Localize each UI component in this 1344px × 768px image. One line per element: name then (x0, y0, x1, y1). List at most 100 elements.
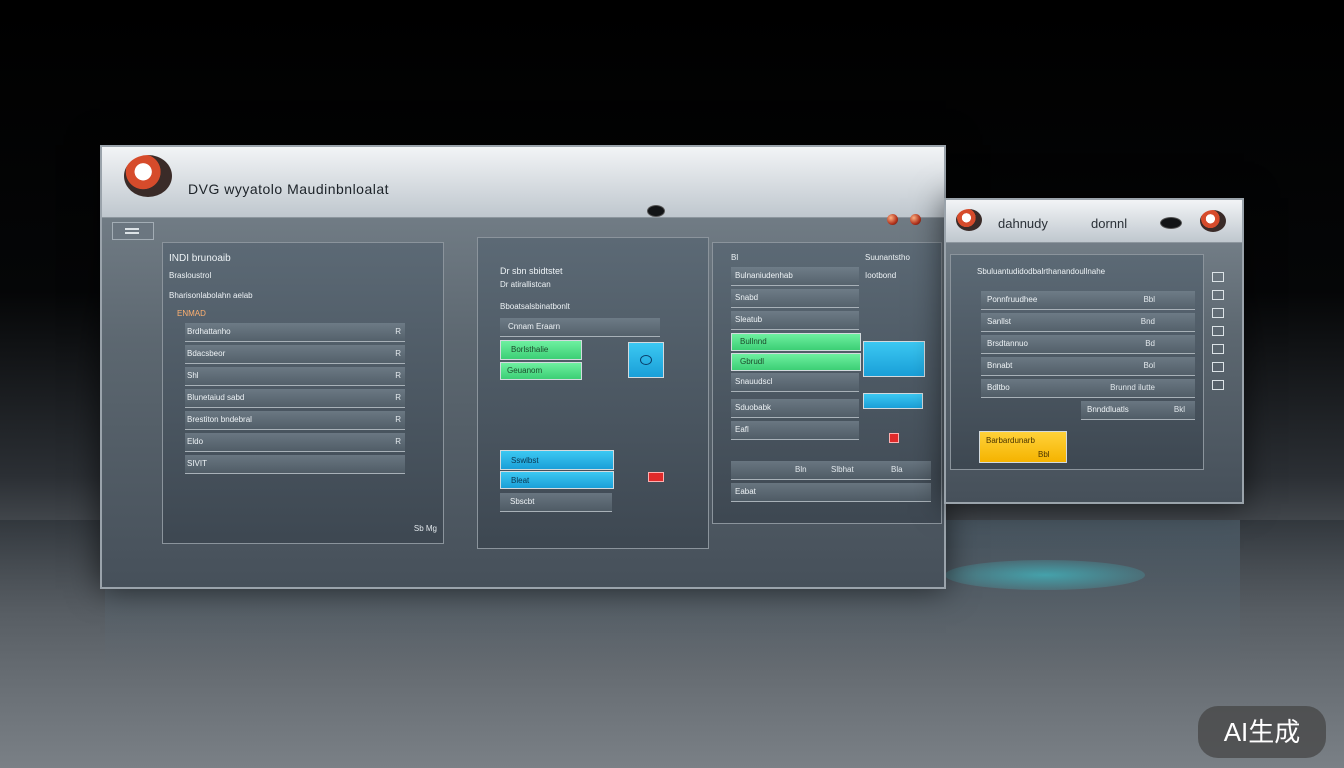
row-label: Snauudscl (735, 377, 773, 386)
row-value: Bnd (1140, 317, 1155, 326)
main-titlebar: DVG wyyatolo Maudinbnloalat (102, 147, 944, 225)
ai-generated-badge: AI生成 (1198, 706, 1326, 758)
green-row-2[interactable]: Geuanom (500, 362, 582, 380)
grid-icon[interactable] (1212, 362, 1224, 372)
action-tile-button[interactable] (628, 342, 664, 378)
green-row[interactable]: Bullnnd (731, 333, 861, 351)
row-label: Bdltbo (987, 383, 1010, 392)
footer-value: Bla (891, 465, 903, 474)
preview-tile-button[interactable] (863, 341, 925, 377)
avatar-icon[interactable] (1200, 210, 1226, 232)
camera-dot-icon (1160, 217, 1182, 229)
row-label: Blunetaiud sabd (187, 393, 245, 402)
row-label: Bdacsbeor (187, 349, 226, 358)
panel1-sub2: Bharisonlabolahn aelab (169, 291, 253, 300)
panel-detail: Bl Suunantstho Iootbond Bulnaniudenhab S… (712, 242, 942, 524)
tab-bar[interactable]: Cnnam Eraarn (500, 318, 660, 337)
row-label: Eafl (735, 425, 749, 434)
footer-value: Slbhat (831, 465, 854, 474)
list-item[interactable]: Bnnabt Bol (981, 357, 1195, 376)
list-item[interactable]: Eafl (731, 421, 859, 440)
row-label: Brdhattanho (187, 327, 231, 336)
list-item[interactable]: Sanllst Bnd (981, 313, 1195, 332)
row-value: Bbl (1143, 295, 1155, 304)
panel3-header: Bl (731, 253, 739, 262)
list-item[interactable]: Ponnfruudhee Bbl (981, 291, 1195, 310)
row-value: Bd (1145, 339, 1155, 348)
app-logo-icon (124, 155, 172, 197)
list-item[interactable]: Sduobabk (731, 399, 859, 418)
panel1-footer: Sb Mg (413, 524, 437, 533)
row-value: Bkl (1173, 405, 1185, 414)
green-row[interactable]: Gbrudl (731, 353, 861, 371)
list-item[interactable]: Eldo R (185, 433, 405, 452)
row-label: Bnnabt (987, 361, 1013, 370)
side-label-1: dahnudy (998, 216, 1048, 231)
grid-icon[interactable] (1212, 380, 1224, 390)
list-item[interactable]: Brdhattanho R (185, 323, 405, 342)
grid-icon[interactable] (1212, 326, 1224, 336)
green-row-label: Bullnnd (740, 337, 767, 346)
list-item[interactable]: Snauudscl (731, 373, 859, 392)
grid-icon[interactable] (1212, 344, 1224, 354)
list-item[interactable]: Brsdtannuo Bd (981, 335, 1195, 354)
close-button[interactable] (910, 214, 921, 225)
row-value: Brunnd ilutte (1110, 383, 1155, 392)
side-label-2: dornnl (1091, 216, 1128, 231)
row-label: Ponnfruudhee (987, 295, 1038, 304)
panel3-side-sub: Iootbond (865, 271, 897, 280)
list-item[interactable]: Blunetaiud sabd R (185, 389, 405, 408)
camera-dot-icon (647, 205, 665, 217)
panel1-section: ENMAD (177, 309, 206, 318)
panel1-header: INDI brunoaib (169, 253, 231, 264)
card-value: Bbl (1038, 450, 1050, 459)
menu-button[interactable] (112, 222, 154, 240)
row-label: Sanllst (987, 317, 1012, 326)
row-label: Sbscbt (510, 497, 535, 506)
list-item[interactable]: Bnnddluatls Bkl (1081, 401, 1195, 420)
row-label: Eldo (187, 437, 204, 446)
side-header: Sbuluantudidodbalrthanandoullnahe (977, 267, 1106, 276)
progress-button[interactable] (863, 393, 923, 409)
row-label: Bulnaniudenhab (735, 271, 793, 280)
blue-row-1[interactable]: Sswlbst (500, 450, 614, 470)
green-row-label: Geuanom (507, 366, 543, 375)
list-item[interactable]: Bdacsbeor R (185, 345, 405, 364)
list-item[interactable]: SIVIT (185, 455, 405, 474)
blue-row-label: Bleat (511, 476, 530, 485)
alert-indicator (648, 472, 664, 482)
list-item[interactable]: Sleatub (731, 311, 859, 330)
grid-icon[interactable] (1212, 290, 1224, 300)
list-item[interactable]: Bulnaniudenhab (731, 267, 859, 286)
minimize-button[interactable] (887, 214, 898, 225)
green-row-label: Borlsthalie (511, 345, 549, 354)
row-value: R (395, 349, 401, 358)
row-value: R (395, 415, 401, 424)
grid-icon[interactable] (1212, 308, 1224, 318)
list-item[interactable]: Snabd (731, 289, 859, 308)
list-item[interactable]: Shl R (185, 367, 405, 386)
green-row-label: Gbrudl (740, 357, 765, 366)
blue-row-label: Sswlbst (511, 456, 539, 465)
row-label: Snabd (735, 293, 759, 302)
reflection-glow (945, 560, 1145, 590)
main-window: DVG wyyatolo Maudinbnloalat INDI brunoai… (100, 145, 946, 589)
panel3-side-header: Suunantstho (865, 253, 910, 262)
blue-row-2[interactable]: Bleat (500, 471, 614, 489)
list-item[interactable]: Bdltbo Brunnd ilutte (981, 379, 1195, 398)
list-item[interactable]: Brestiton bndebral R (185, 411, 405, 430)
side-window: dahnudy dornnl Sbuluantudidodbalrthanand… (944, 198, 1244, 504)
row-label: SIVIT (187, 459, 208, 468)
grid-icon[interactable] (1212, 272, 1224, 282)
row-value: Bol (1143, 361, 1155, 370)
highlight-card[interactable]: Barbardunarb Bbl (979, 431, 1067, 463)
green-row-1[interactable]: Borlsthalie (500, 340, 582, 360)
row-value: R (395, 371, 401, 380)
panel1-sub1: Brasloustrol (169, 271, 212, 280)
row-value: R (395, 437, 401, 446)
footer-row: Bln Slbhat Bla (731, 461, 931, 480)
list-item[interactable]: Sbscbt (500, 493, 612, 512)
panel-form: Dr sbn sbidtstet Dr atirallistcan Bboats… (477, 237, 709, 549)
gear-icon (640, 355, 652, 365)
row-value: R (395, 327, 401, 336)
